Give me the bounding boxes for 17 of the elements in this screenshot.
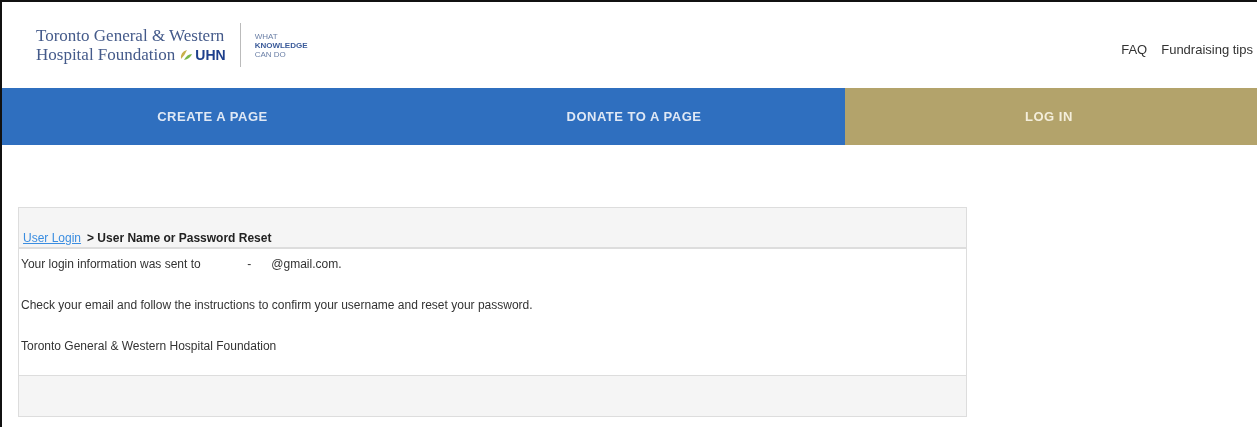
logo-mark: UHN	[195, 46, 226, 63]
message-text: Your login information was sent to - @gmail.com.	[21, 257, 343, 271]
header-link[interactable]: Fundraising tips	[1161, 41, 1253, 57]
logo-text: Toronto General & Western	[36, 26, 226, 45]
message-text: Check your email and follow the instructions to confirm your username and reset your password.	[21, 298, 534, 312]
tagline-text: CAN DO	[254, 49, 287, 59]
logo-text: Hospital Foundation	[36, 45, 176, 64]
tagline-text: WHAT	[254, 31, 279, 41]
tagline-text: KNOWLEDGE	[254, 40, 308, 50]
nav-tab[interactable]: DONATE TO A PAGE	[423, 88, 845, 145]
leaf-icon	[179, 48, 194, 61]
message-text: Toronto General & Western Hospital Foundation	[21, 339, 278, 353]
breadcrumb-link[interactable]: User Login	[23, 231, 82, 245]
breadcrumb-text: > User Name or Password Reset	[87, 231, 272, 245]
nav-tab[interactable]: CREATE A PAGE	[2, 88, 423, 145]
header-link[interactable]: FAQ	[1121, 41, 1148, 57]
nav-tab[interactable]: LOG IN	[845, 88, 1257, 145]
